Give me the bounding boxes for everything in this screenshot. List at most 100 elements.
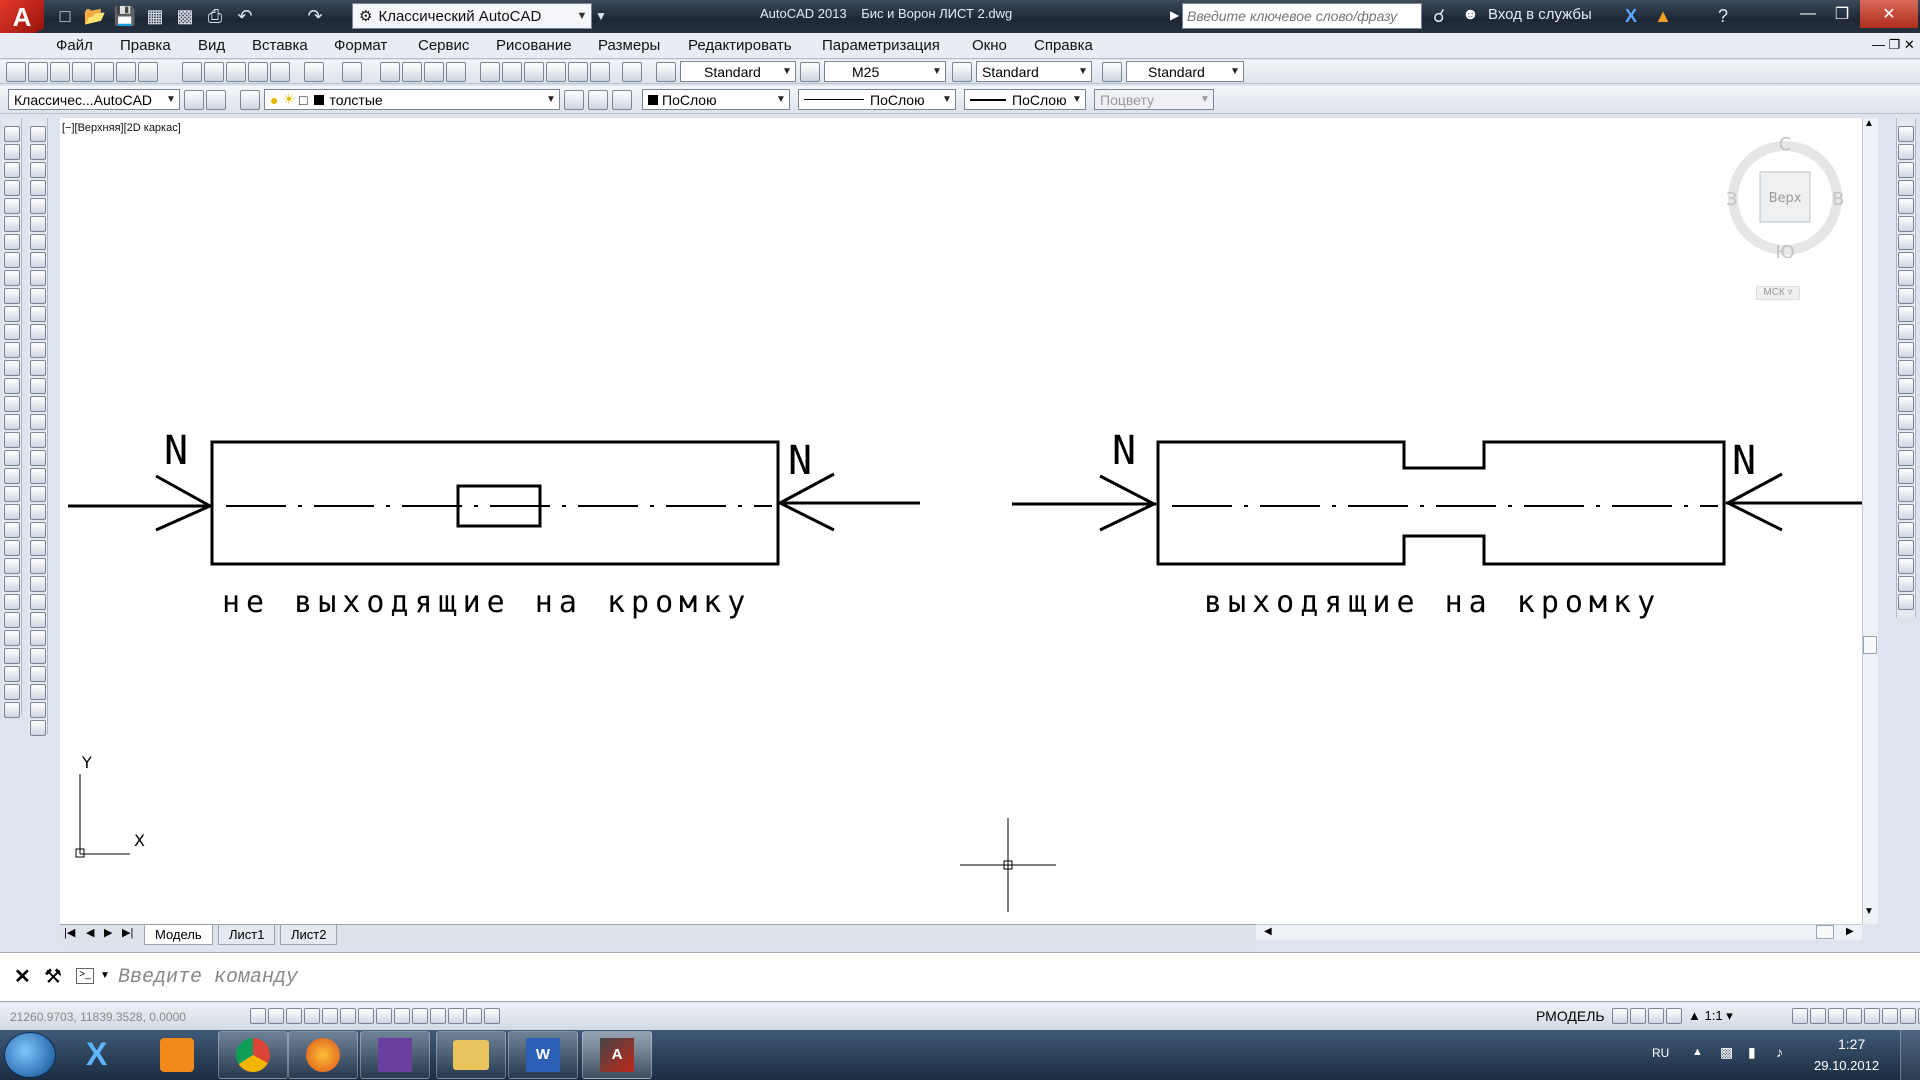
windows-start-button[interactable] — [4, 1032, 56, 1078]
draw-tool-icon[interactable] — [4, 684, 20, 700]
taskbar-autocad[interactable]: A — [582, 1031, 652, 1079]
draw-tool-icon[interactable] — [4, 594, 20, 610]
modify-tool-icon[interactable] — [30, 144, 46, 160]
exchange-icon[interactable]: X — [1616, 2, 1646, 30]
taskbar-explorer[interactable] — [436, 1031, 506, 1079]
ucs-menu[interactable]: МСК ▿ — [1756, 286, 1800, 300]
subscription-icon[interactable]: ▲ — [1648, 2, 1678, 30]
modify-tool-icon[interactable] — [30, 252, 46, 268]
layer-states-icon[interactable] — [612, 90, 632, 110]
close-icon[interactable]: ✕ — [14, 964, 31, 989]
draw-tool-icon[interactable] — [4, 702, 20, 718]
zoom-previous-icon[interactable] — [446, 62, 466, 82]
close-button[interactable]: ✕ — [1860, 0, 1918, 28]
draw-tool-icon[interactable] — [4, 450, 20, 466]
dimension-tool-icon[interactable] — [1898, 126, 1914, 142]
maximize-button[interactable]: ❐ — [1826, 0, 1858, 28]
modify-tool-icon[interactable] — [30, 234, 46, 250]
status-tray-toggle[interactable] — [1846, 1008, 1862, 1024]
modify-tool-icon[interactable] — [30, 558, 46, 574]
layer-previous-icon[interactable] — [588, 90, 608, 110]
draw-tool-icon[interactable] — [4, 522, 20, 538]
modify-tool-icon[interactable] — [30, 702, 46, 718]
drafting-setting-toggle[interactable] — [286, 1008, 302, 1024]
modify-tool-icon[interactable] — [30, 630, 46, 646]
mleader-style-select[interactable]: Standard ▼ — [1126, 61, 1244, 82]
draw-tool-icon[interactable] — [4, 198, 20, 214]
status-tray-toggle[interactable] — [1828, 1008, 1844, 1024]
status-tray-toggle[interactable] — [1666, 1008, 1682, 1024]
tab-model[interactable]: Модель — [144, 925, 213, 945]
exchange-app-icon[interactable]: X — [86, 1036, 107, 1073]
drafting-setting-toggle[interactable] — [340, 1008, 356, 1024]
pan-icon[interactable] — [380, 62, 400, 82]
taskbar-chrome[interactable] — [218, 1031, 288, 1079]
plotstyle-select[interactable]: Поцвету ▼ — [1094, 89, 1214, 110]
draw-tool-icon[interactable] — [4, 540, 20, 556]
tab-layout1[interactable]: Лист1 — [218, 925, 276, 945]
cursor-coordinates[interactable]: 21260.9703, 11839.3528, 0.0000 — [10, 1010, 186, 1024]
menu-draw[interactable]: Рисование — [496, 37, 572, 54]
draw-tool-icon[interactable] — [4, 576, 20, 592]
modify-tool-icon[interactable] — [30, 378, 46, 394]
draw-tool-icon[interactable] — [4, 306, 20, 322]
draw-tool-icon[interactable] — [4, 666, 20, 682]
tab-layout2[interactable]: Лист2 — [280, 925, 338, 945]
color-select[interactable]: ПоСлою ▼ — [642, 89, 790, 110]
mleader-style-icon[interactable] — [1102, 62, 1122, 82]
draw-tool-icon[interactable] — [4, 324, 20, 340]
annotation-scale[interactable]: ▲ 1:1 ▾ — [1688, 1008, 1733, 1024]
modify-tool-icon[interactable] — [30, 324, 46, 340]
draw-tool-icon[interactable] — [4, 162, 20, 178]
workspace-select[interactable]: ⚙ Классический AutoCAD ▼ — [352, 3, 592, 29]
modify-tool-icon[interactable] — [30, 342, 46, 358]
show-desktop-button[interactable] — [1900, 1030, 1920, 1080]
draw-tool-icon[interactable] — [4, 612, 20, 628]
menu-window[interactable]: Окно — [972, 37, 1007, 54]
status-tray-toggle[interactable] — [1612, 1008, 1628, 1024]
drafting-setting-toggle[interactable] — [376, 1008, 392, 1024]
command-input[interactable]: Введите команду — [118, 966, 298, 989]
drafting-setting-toggle[interactable] — [322, 1008, 338, 1024]
menu-format[interactable]: Формат — [334, 37, 387, 54]
status-tray-toggle[interactable] — [1648, 1008, 1664, 1024]
network-icon[interactable]: ▩ — [1720, 1044, 1733, 1061]
modify-tool-icon[interactable] — [30, 540, 46, 556]
dimension-tool-icon[interactable] — [1898, 486, 1914, 502]
status-tray-toggle[interactable] — [1810, 1008, 1826, 1024]
drafting-setting-toggle[interactable] — [484, 1008, 500, 1024]
dimension-tool-icon[interactable] — [1898, 396, 1914, 412]
modify-tool-icon[interactable] — [30, 486, 46, 502]
dimension-tool-icon[interactable] — [1898, 576, 1914, 592]
modify-tool-icon[interactable] — [30, 396, 46, 412]
signin-link[interactable]: Вход в службы — [1488, 6, 1592, 23]
menu-help[interactable]: Справка — [1034, 37, 1093, 54]
scroll-left-icon[interactable]: ◀ — [1264, 926, 1272, 937]
drafting-setting-toggle[interactable] — [412, 1008, 428, 1024]
drafting-setting-toggle[interactable] — [466, 1008, 482, 1024]
modify-tool-icon[interactable] — [30, 162, 46, 178]
drafting-setting-toggle[interactable] — [268, 1008, 284, 1024]
modify-tool-icon[interactable] — [30, 576, 46, 592]
print-icon[interactable]: ⎙ — [200, 2, 230, 30]
status-tray-toggle[interactable] — [1864, 1008, 1880, 1024]
modify-tool-icon[interactable] — [30, 522, 46, 538]
linetype-select[interactable]: ПоСлою ▼ — [798, 89, 956, 110]
drafting-setting-toggle[interactable] — [358, 1008, 374, 1024]
status-tray-toggle[interactable] — [1792, 1008, 1808, 1024]
media-player-icon[interactable] — [160, 1038, 194, 1072]
dimension-tool-icon[interactable] — [1898, 324, 1914, 340]
paste-icon[interactable] — [226, 62, 246, 82]
dimension-tool-icon[interactable] — [1898, 180, 1914, 196]
taskbar-word[interactable]: W — [508, 1031, 578, 1079]
markup-icon[interactable] — [568, 62, 588, 82]
draw-tool-icon[interactable] — [4, 468, 20, 484]
modify-tool-icon[interactable] — [30, 414, 46, 430]
dimension-tool-icon[interactable] — [1898, 468, 1914, 484]
gear-icon[interactable] — [184, 90, 204, 110]
tab-first-icon[interactable]: |◀ — [64, 926, 75, 939]
workspace-settings-icon[interactable] — [206, 90, 226, 110]
modify-tool-icon[interactable] — [30, 612, 46, 628]
menu-dimension[interactable]: Размеры — [598, 37, 660, 54]
dimension-tool-icon[interactable] — [1898, 270, 1914, 286]
